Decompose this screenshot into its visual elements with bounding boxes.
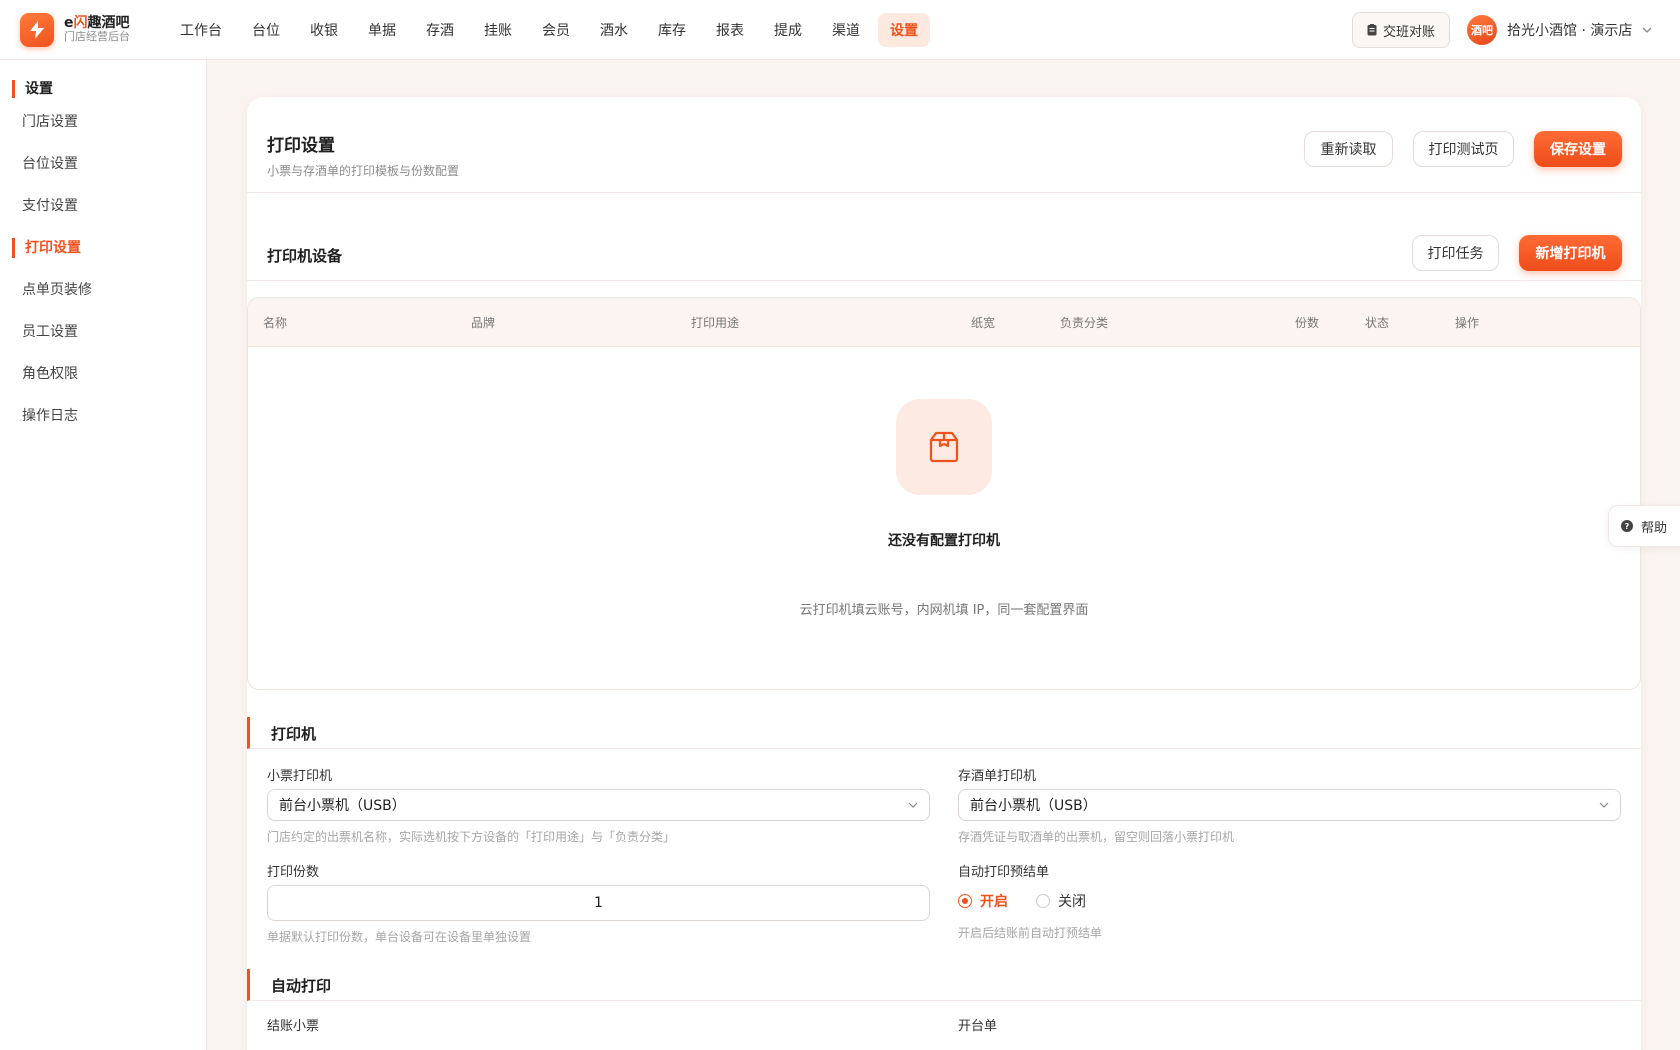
printer-devices-table: 名称 品牌 打印用途 纸宽 负责分类 份数 状态 操作 还没有配置打印机 云打印… <box>247 297 1641 690</box>
chevron-down-icon <box>907 799 919 811</box>
sidebar-item-staff-settings[interactable]: 员工设置 <box>12 322 78 342</box>
auto-prebill-on-label: 开启 <box>980 894 1008 910</box>
print-test-page-button[interactable]: 打印测试页 <box>1413 131 1514 167</box>
auto-prebill-hint: 开启后结账前自动打预结单 <box>958 926 1103 940</box>
receipt-printer-select[interactable]: 前台小票机（USB） <box>267 789 930 821</box>
store-switcher[interactable]: 酒吧 拾光小酒馆 · 演示店 <box>1467 15 1652 45</box>
sidebar-item-print-settings[interactable]: 打印设置 <box>12 238 81 258</box>
storage-printer-label: 存酒单打印机 <box>958 769 1037 784</box>
column-header-copies: 份数 <box>1295 316 1320 330</box>
sidebar-item-order-page-design[interactable]: 点单页装修 <box>12 280 92 300</box>
sidebar-title: 设置 <box>12 80 53 98</box>
brand-name: e闪趣酒吧 <box>64 15 130 32</box>
sidebar-item-role-permissions[interactable]: 角色权限 <box>12 364 78 384</box>
auto-print-section-header: 自动打印 <box>247 969 1641 1001</box>
package-icon <box>896 399 992 495</box>
brand[interactable]: e闪趣酒吧 门店经营后台 <box>20 12 160 47</box>
receipt-printer-value: 前台小票机（USB） <box>279 798 406 814</box>
auto-print-section-title: 自动打印 <box>271 977 332 995</box>
copies-input[interactable]: 1 <box>267 885 930 921</box>
brand-subtitle: 门店经营后台 <box>64 30 130 44</box>
nav-item-commission[interactable]: 提成 <box>762 13 814 47</box>
column-header-usage: 打印用途 <box>691 316 740 330</box>
auto-prebill-on-radio[interactable]: 开启 <box>958 891 1008 911</box>
top-bar: e闪趣酒吧 门店经营后台 工作台 台位 收银 单据 存酒 挂账 会员 酒水 库存… <box>0 0 1680 60</box>
storage-printer-select[interactable]: 前台小票机（USB） <box>958 789 1621 821</box>
column-header-brand: 品牌 <box>471 316 496 330</box>
auto-prebill-off-radio[interactable]: 关闭 <box>1036 891 1086 911</box>
nav-item-members[interactable]: 会员 <box>530 13 582 47</box>
nav-item-credit[interactable]: 挂账 <box>472 13 524 47</box>
svg-text:?: ? <box>1625 522 1630 531</box>
help-button[interactable]: ? 帮助 <box>1608 505 1680 547</box>
nav-item-drinks[interactable]: 酒水 <box>588 13 640 47</box>
shift-handover-label: 交班对账 <box>1382 24 1435 40</box>
sidebar-item-payment-settings[interactable]: 支付设置 <box>12 196 78 216</box>
nav-item-reports[interactable]: 报表 <box>704 13 756 47</box>
divider <box>247 280 1641 281</box>
sidebar-item-store-settings[interactable]: 门店设置 <box>12 112 78 132</box>
auto-prebill-label: 自动打印预结单 <box>958 865 1050 880</box>
page-subtitle: 小票与存酒单的打印模板与份数配置 <box>267 164 460 178</box>
help-label: 帮助 <box>1641 520 1668 536</box>
nav-item-tables[interactable]: 台位 <box>240 13 292 47</box>
open-table-slip-label: 开台单 <box>958 1019 998 1034</box>
nav-item-cashier[interactable]: 收银 <box>298 13 350 47</box>
checkout-receipt-label: 结账小票 <box>267 1019 320 1034</box>
column-header-name: 名称 <box>263 316 288 330</box>
add-printer-button[interactable]: 新增打印机 <box>1519 235 1622 271</box>
nav-item-inventory[interactable]: 库存 <box>646 13 698 47</box>
help-circle-icon: ? <box>1621 520 1633 532</box>
divider <box>247 192 1641 193</box>
nav-item-wine-storage[interactable]: 存酒 <box>414 13 466 47</box>
shift-handover-button[interactable]: 交班对账 <box>1352 12 1450 48</box>
column-header-status: 状态 <box>1365 316 1390 330</box>
nav-item-channels[interactable]: 渠道 <box>820 13 872 47</box>
copies-hint: 单据默认打印份数，单台设备可在设备里单独设置 <box>267 930 532 944</box>
clipboard-icon <box>1367 24 1377 36</box>
storage-printer-hint: 存酒凭证与取酒单的出票机，留空则回落小票打印机 <box>958 830 1235 844</box>
chevron-down-icon <box>1642 27 1652 33</box>
table-header: 名称 品牌 打印用途 纸宽 负责分类 份数 状态 操作 <box>248 298 1640 347</box>
auto-prebill-off-label: 关闭 <box>1058 894 1086 910</box>
auto-prebill-radio-group: 开启 关闭 <box>958 891 1114 911</box>
devices-title: 打印机设备 <box>267 247 343 265</box>
main-nav: 工作台 台位 收银 单据 存酒 挂账 会员 酒水 库存 报表 提成 渠道 设置 <box>168 12 936 47</box>
nav-item-settings[interactable]: 设置 <box>878 12 930 47</box>
nav-item-workbench[interactable]: 工作台 <box>168 13 234 47</box>
printer-section-title: 打印机 <box>271 725 317 743</box>
sidebar-item-table-settings[interactable]: 台位设置 <box>12 154 78 174</box>
sidebar-item-operation-log[interactable]: 操作日志 <box>12 406 78 426</box>
print-settings-card: 打印设置 小票与存酒单的打印模板与份数配置 重新读取 打印测试页 保存设置 打印… <box>247 97 1641 1050</box>
sidebar: 设置 门店设置 台位设置 支付设置 打印设置 点单页装修 员工设置 角色权限 操… <box>0 60 207 1050</box>
empty-state-title: 还没有配置打印机 <box>888 533 1000 549</box>
avatar: 酒吧 <box>1467 15 1497 45</box>
nav-item-orders[interactable]: 单据 <box>356 13 408 47</box>
page-title: 打印设置 <box>267 136 335 156</box>
printer-section-header: 打印机 <box>247 717 1641 749</box>
save-settings-button[interactable]: 保存设置 <box>1534 131 1622 167</box>
column-header-categories: 负责分类 <box>1060 316 1109 330</box>
store-name: 拾光小酒馆 · 演示店 <box>1507 23 1633 39</box>
receipt-printer-hint: 门店约定的出票机名称，实际选机按下方设备的「打印用途」与「负责分类」 <box>267 830 676 844</box>
reload-button[interactable]: 重新读取 <box>1304 131 1393 167</box>
column-header-actions: 操作 <box>1455 316 1480 330</box>
copies-label: 打印份数 <box>267 865 320 880</box>
storage-printer-value: 前台小票机（USB） <box>970 798 1097 814</box>
empty-state-hint: 云打印机填云账号，内网机填 IP，同一套配置界面 <box>799 603 1089 618</box>
receipt-printer-label: 小票打印机 <box>267 769 333 784</box>
column-header-paper-width: 纸宽 <box>971 316 996 330</box>
print-tasks-button[interactable]: 打印任务 <box>1412 235 1499 271</box>
bolt-icon <box>20 12 54 47</box>
chevron-down-icon <box>1598 799 1610 811</box>
